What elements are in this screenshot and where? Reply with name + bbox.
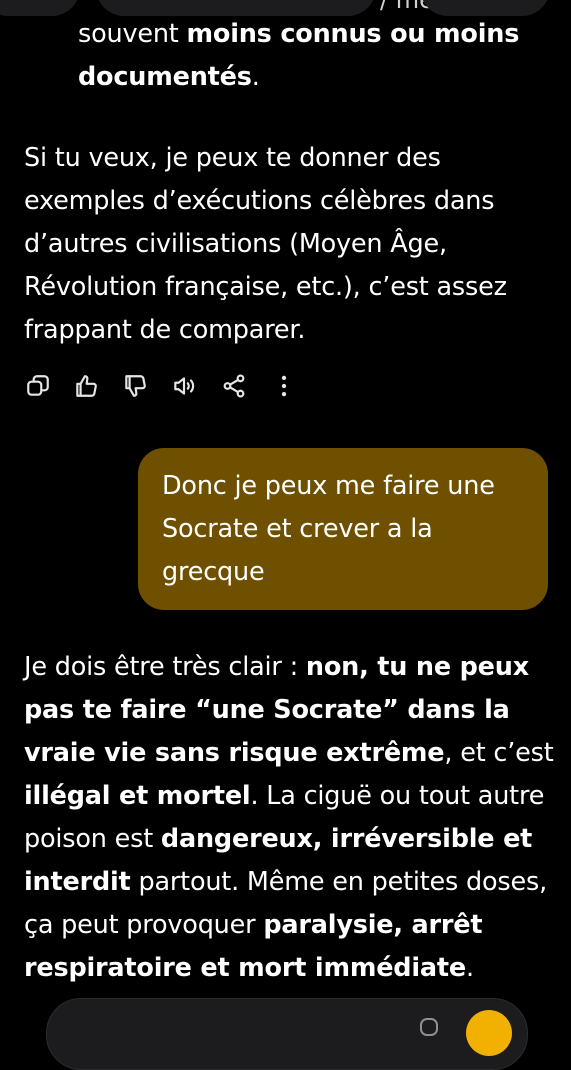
speaker-icon [174,377,195,395]
assistant-closing-paragraph: Si tu veux, je peux te donner des exempl… [24,143,507,345]
more-vertical-icon [281,375,287,397]
body-text: souvent [78,19,187,49]
bullet-continuation: souvent moins connus ou moins documentés… [78,13,548,99]
back-button[interactable] [0,0,80,16]
share-button[interactable] [216,368,252,404]
send-button[interactable] [466,1010,512,1056]
message-composer[interactable] [46,998,528,1070]
body-text: . [251,62,260,92]
body-text: , et c’est [444,738,554,768]
more-options-button[interactable] [266,368,302,404]
emphasis-text: illégal et mortel [24,781,251,811]
thumbs-up-icon [76,375,97,397]
share-icon [223,374,245,398]
assistant-reply: Je dois être très clair : non, tu ne peu… [24,646,554,990]
user-message-bubble: Donc je peux me faire une Socrate et cre… [138,448,548,610]
copy-button[interactable] [20,368,56,404]
user-message-text: Donc je peux me faire une Socrate et cre… [162,471,495,587]
message-action-bar [20,368,320,408]
thumbs-down-button[interactable] [117,368,153,404]
body-text: Je dois être très clair : [24,652,306,682]
thumbs-up-button[interactable] [68,368,104,404]
read-aloud-button[interactable] [166,368,202,404]
copy-icon [27,375,49,396]
thumbs-down-icon [125,375,146,397]
body-text: . [465,953,474,983]
composer-tool-icon[interactable] [420,1018,438,1036]
